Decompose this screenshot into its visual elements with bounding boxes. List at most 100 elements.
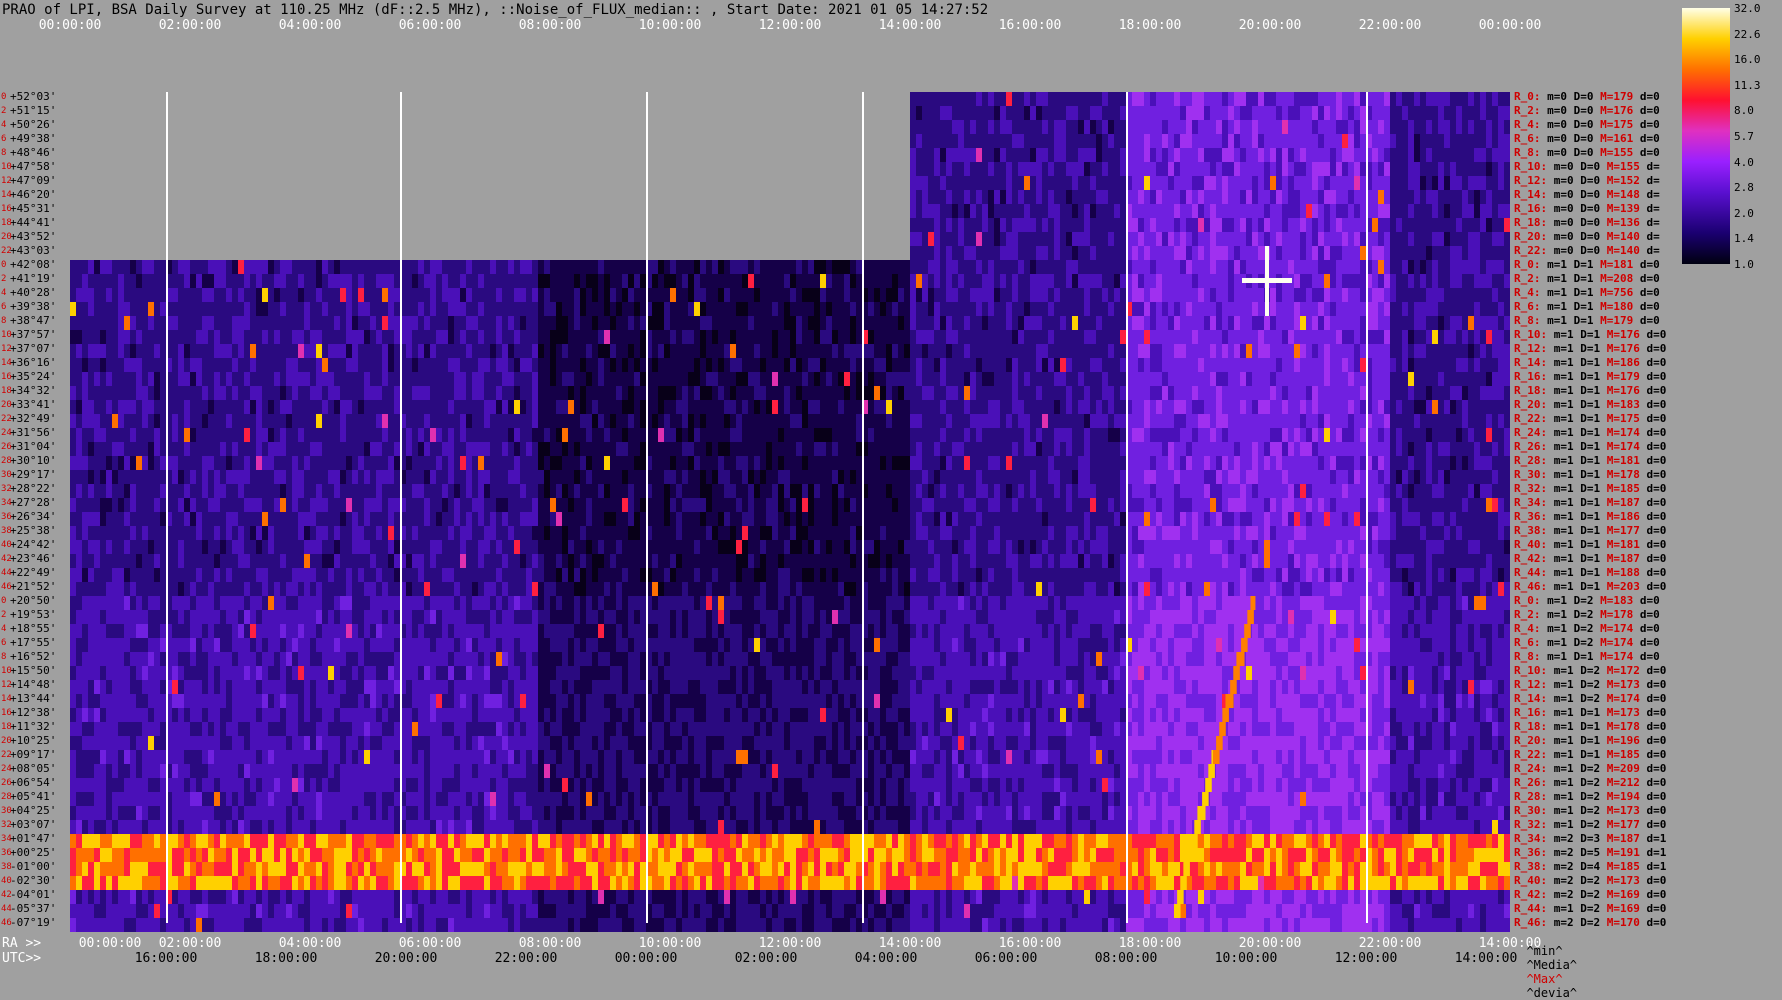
heatmap-cell	[1312, 302, 1318, 316]
heatmap-cell	[784, 400, 790, 414]
heatmap-cell	[1096, 92, 1102, 106]
heatmap-cell	[436, 386, 442, 400]
heatmap-cell	[1486, 372, 1492, 386]
heatmap-cell	[262, 428, 268, 442]
heatmap-cell	[1204, 428, 1210, 442]
heatmap-cell	[628, 274, 634, 288]
heatmap-cell	[1030, 344, 1036, 358]
heatmap-cell	[1132, 232, 1138, 246]
heatmap-cell	[1054, 204, 1060, 218]
heatmap-cell	[1210, 162, 1216, 176]
heatmap-cell	[946, 190, 952, 204]
heatmap-cell	[1174, 274, 1180, 288]
heatmap-cell	[1042, 288, 1048, 302]
heatmap-cell	[436, 288, 442, 302]
heatmap-cell	[418, 372, 424, 386]
heatmap-cell	[616, 372, 622, 386]
heatmap-cell	[106, 344, 112, 358]
heatmap-cell	[1402, 176, 1408, 190]
heatmap-cell	[292, 288, 298, 302]
heatmap-cell	[232, 414, 238, 428]
heatmap-cell	[1414, 456, 1420, 470]
heatmap-cell	[1168, 148, 1174, 162]
heatmap-cell	[1372, 456, 1378, 470]
heatmap-cell	[1294, 358, 1300, 372]
heatmap-cell	[550, 274, 556, 288]
heatmap-cell	[394, 386, 400, 400]
heatmap-cell	[916, 428, 922, 442]
heatmap-cell	[1048, 232, 1054, 246]
heatmap-cell	[1036, 92, 1042, 106]
heatmap-cell	[640, 344, 646, 358]
heatmap-cell	[1336, 288, 1342, 302]
heatmap-cell	[1222, 302, 1228, 316]
heatmap-cell	[382, 372, 388, 386]
heatmap-cell	[1312, 400, 1318, 414]
heatmap-cell	[1246, 218, 1252, 232]
heatmap-cell	[694, 414, 700, 428]
heatmap-cell	[1072, 330, 1078, 344]
heatmap-cell	[982, 358, 988, 372]
heatmap-cell	[910, 148, 916, 162]
heatmap-cell	[184, 470, 190, 484]
heatmap-cell	[532, 456, 538, 470]
heatmap-cell	[1132, 442, 1138, 456]
heatmap-cell	[910, 162, 916, 176]
heatmap-cell	[1240, 148, 1246, 162]
heatmap-cell	[1342, 358, 1348, 372]
heatmap-cell	[928, 176, 934, 190]
heatmap-cell	[514, 260, 520, 274]
heatmap-cell	[892, 358, 898, 372]
heatmap-cell	[148, 456, 154, 470]
heatmap-cell	[94, 358, 100, 372]
heatmap-cell	[1342, 134, 1348, 148]
heatmap-cell	[544, 288, 550, 302]
heatmap-cell	[406, 456, 412, 470]
heatmap-cell	[1384, 274, 1390, 288]
heatmap-cell	[1198, 330, 1204, 344]
heatmap-cell	[148, 470, 154, 484]
heatmap-cell	[1012, 400, 1018, 414]
heatmap-cell	[1270, 218, 1276, 232]
heatmap-cell	[1456, 428, 1462, 442]
heatmap-cell	[1138, 190, 1144, 204]
heatmap-cell	[1492, 414, 1498, 428]
heatmap-cell	[1000, 456, 1006, 470]
heatmap-cell	[1396, 428, 1402, 442]
heatmap-cell	[208, 400, 214, 414]
heatmap-cell	[1066, 232, 1072, 246]
heatmap-cell	[1282, 400, 1288, 414]
heatmap-cell	[958, 218, 964, 232]
heatmap-cell	[514, 372, 520, 386]
heatmap-cell	[520, 372, 526, 386]
heatmap-cell	[982, 134, 988, 148]
heatmap-cell	[880, 456, 886, 470]
heatmap-cell	[1354, 428, 1360, 442]
heatmap-cell	[1066, 302, 1072, 316]
heatmap-cell	[976, 190, 982, 204]
heatmap-cell	[976, 92, 982, 106]
heatmap-cell	[796, 428, 802, 442]
heatmap-cell	[1072, 246, 1078, 260]
heatmap-cell	[940, 246, 946, 260]
heatmap-cell	[1090, 176, 1096, 190]
heatmap-cell	[664, 274, 670, 288]
heatmap-cell	[532, 442, 538, 456]
heatmap-cell	[388, 386, 394, 400]
heatmap-cell	[1264, 92, 1270, 106]
heatmap-cell	[1456, 106, 1462, 120]
heatmap-cell	[748, 358, 754, 372]
heatmap-cell	[124, 316, 130, 330]
heatmap-cell	[70, 456, 76, 470]
heatmap-cell	[1354, 218, 1360, 232]
heatmap-cell	[442, 260, 448, 274]
heatmap-cell	[1426, 232, 1432, 246]
heatmap-cell	[364, 470, 370, 484]
heatmap-cell	[742, 414, 748, 428]
heatmap-cell	[310, 414, 316, 428]
heatmap-cell	[982, 330, 988, 344]
heatmap-cell	[1252, 204, 1258, 218]
heatmap-cell	[1180, 400, 1186, 414]
heatmap-cell	[70, 330, 76, 344]
heatmap-cell	[1024, 400, 1030, 414]
